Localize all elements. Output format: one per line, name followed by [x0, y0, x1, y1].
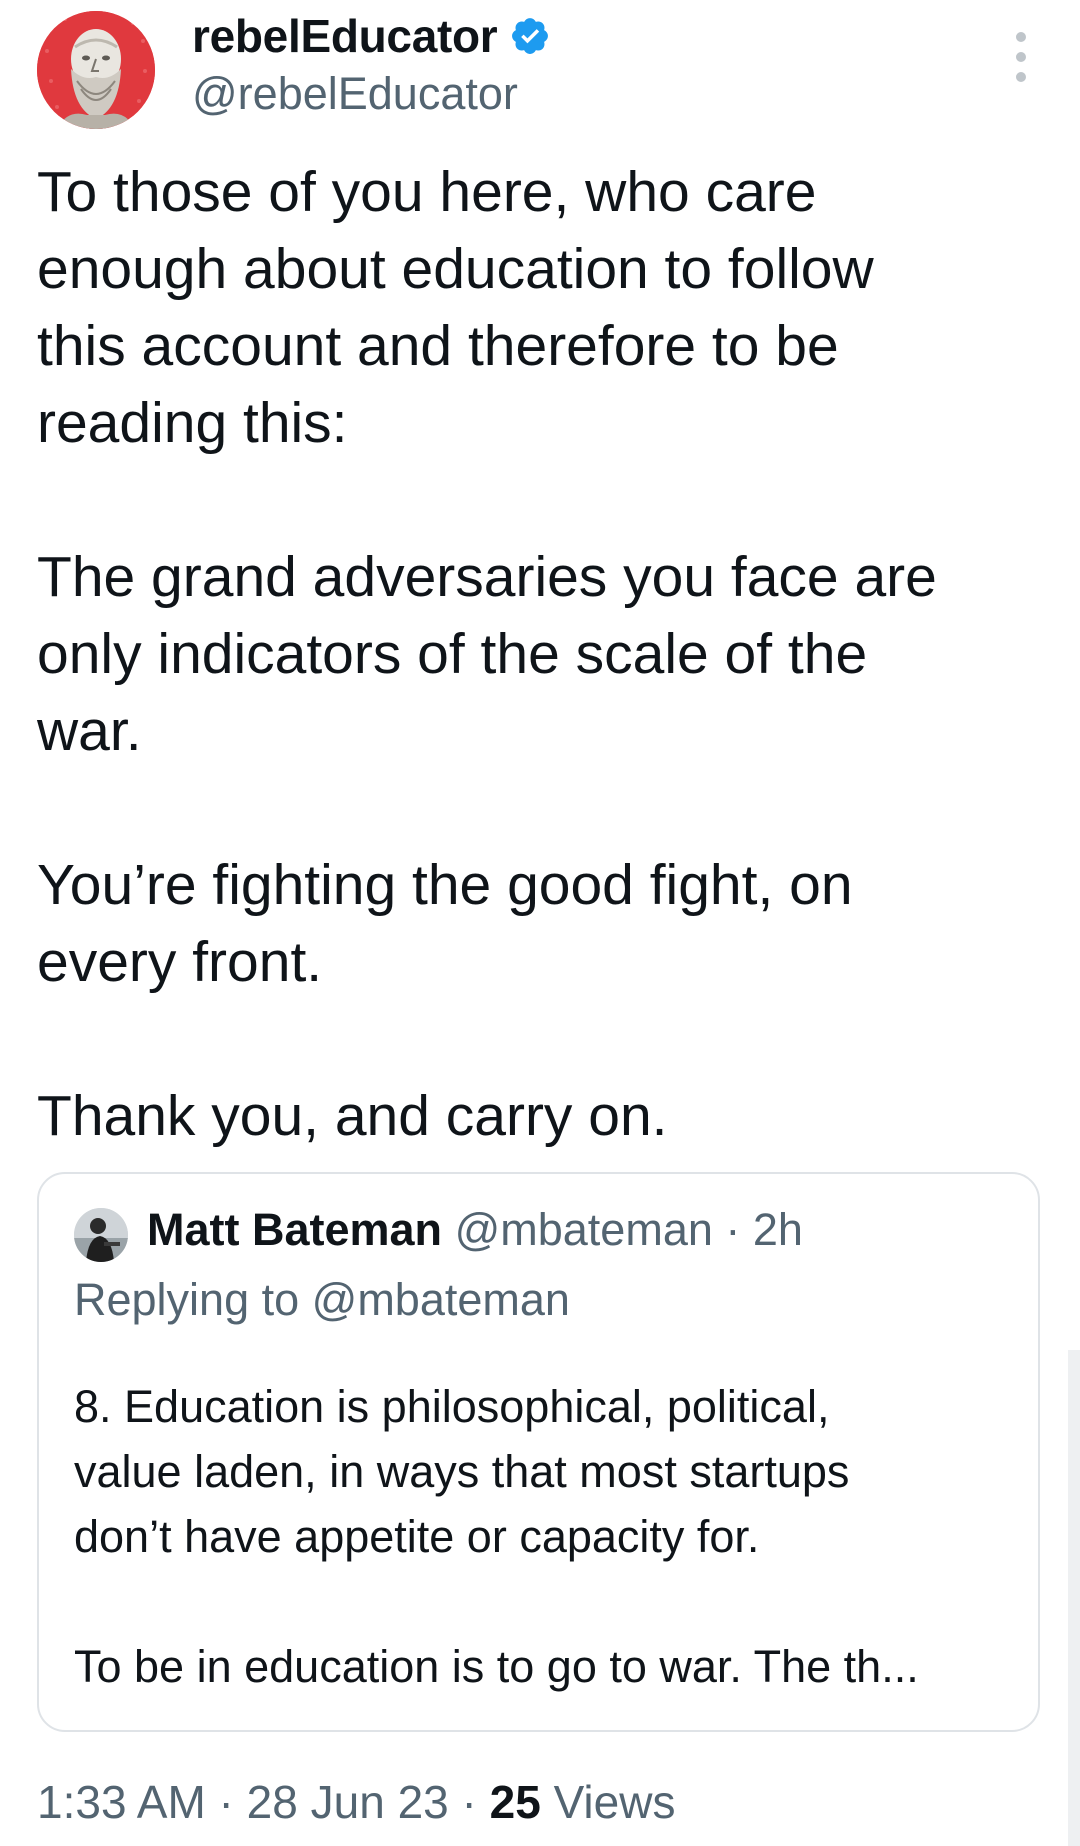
quoted-tweet-text: 8. Education is philosophical, political…	[74, 1374, 1014, 1699]
views-count[interactable]: 25	[490, 1776, 541, 1828]
author-handle[interactable]: @rebelEducator	[192, 68, 518, 120]
more-dot-icon	[1016, 32, 1026, 42]
quoted-header: Matt Bateman @mbateman · 2h	[147, 1204, 803, 1256]
meta-separator: ·	[448, 1776, 490, 1828]
socrates-bust-avatar-icon	[37, 11, 155, 129]
quoted-separator: ·	[712, 1204, 753, 1255]
quoted-author-avatar[interactable]	[74, 1208, 128, 1262]
quoted-handle[interactable]: @mbateman	[455, 1204, 713, 1255]
more-dot-icon	[1016, 72, 1026, 82]
person-photo-avatar-icon	[74, 1208, 128, 1262]
author-name-row[interactable]: rebelEducator	[192, 8, 551, 64]
tweet-meta: 1:33 AM · 28 Jun 23 · 25 Views	[37, 1775, 675, 1829]
tweet-detail: rebelEducator @rebelEducator To those of…	[0, 0, 1080, 1846]
author-avatar[interactable]	[37, 11, 155, 129]
verified-badge-icon	[512, 18, 549, 54]
tweet-text: To those of you here, who care enough ab…	[37, 154, 1027, 1155]
quoted-paragraph: To be in education is to go to war. The …	[74, 1641, 919, 1692]
more-dot-icon	[1016, 52, 1026, 62]
tweet-paragraph: Thank you, and carry on.	[37, 1084, 668, 1148]
quoted-age: 2h	[752, 1204, 803, 1255]
quoted-tweet-card[interactable]: Matt Bateman @mbateman · 2h Replying to …	[37, 1172, 1040, 1732]
author-display-name[interactable]: rebelEducator	[192, 9, 498, 63]
quoted-paragraph: 8. Education is philosophical, political…	[74, 1381, 850, 1562]
meta-separator: ·	[205, 1776, 247, 1828]
replying-to-label: Replying to @mbateman	[74, 1274, 570, 1325]
quoted-display-name[interactable]: Matt Bateman	[147, 1204, 442, 1255]
scrollbar-track[interactable]	[1068, 1350, 1080, 1846]
tweet-time[interactable]: 1:33 AM	[37, 1776, 206, 1828]
more-options-button[interactable]	[1004, 32, 1038, 82]
tweet-paragraph: You’re fighting the good fight, on every…	[37, 853, 853, 994]
views-label[interactable]: Views	[541, 1776, 676, 1828]
tweet-date[interactable]: 28 Jun 23	[247, 1776, 449, 1828]
tweet-paragraph: To those of you here, who care enough ab…	[37, 160, 874, 455]
tweet-paragraph: The grand adversaries you face are only …	[37, 545, 937, 763]
